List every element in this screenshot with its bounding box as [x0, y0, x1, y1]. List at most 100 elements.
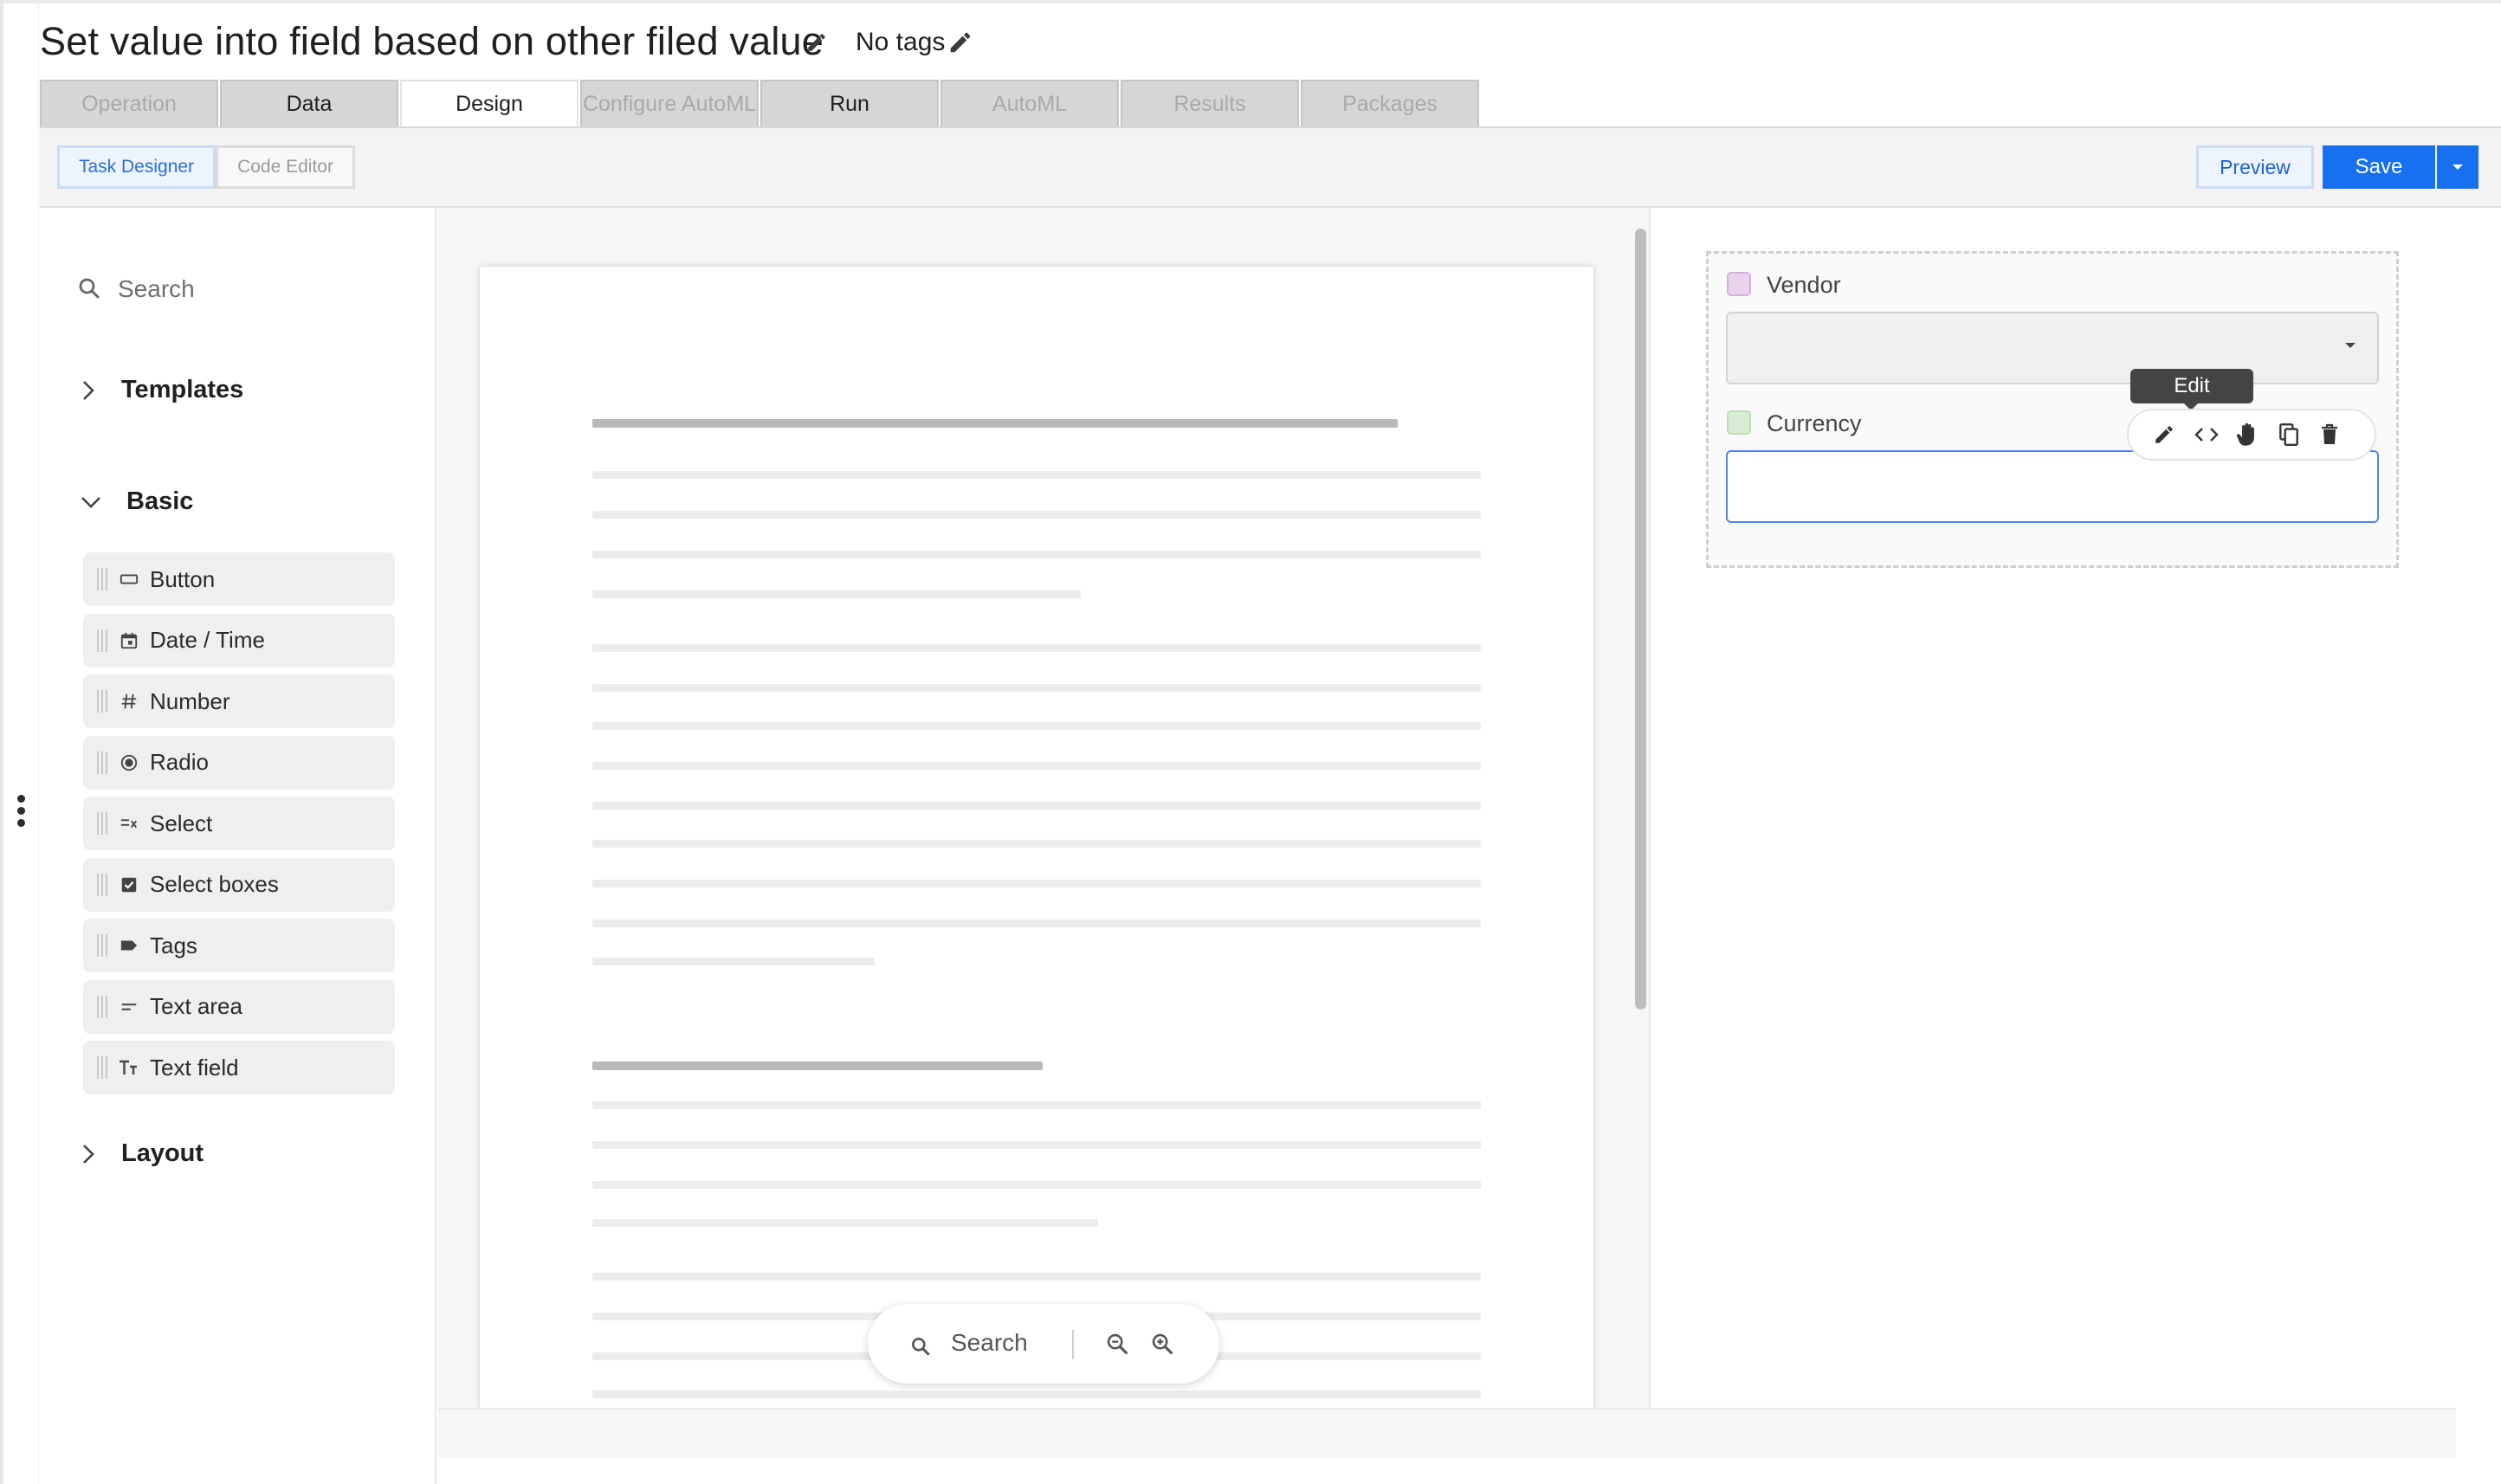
preview-button[interactable]: Preview [2196, 145, 2314, 189]
tab-packages[interactable]: Packages [1301, 80, 1479, 126]
tab-results[interactable]: Results [1121, 80, 1299, 126]
component-text-area[interactable]: Text area [83, 979, 395, 1034]
section-templates[interactable]: Templates [80, 376, 243, 404]
section-templates-label: Templates [121, 376, 244, 403]
doc-line [592, 511, 1481, 519]
tab-operation[interactable]: Operation [40, 80, 218, 126]
chevron-right-icon [83, 380, 94, 400]
component-label: Select [150, 810, 213, 836]
copy-icon[interactable] [2278, 423, 2319, 447]
component-label: Number [150, 687, 230, 714]
doc-line [592, 590, 1081, 598]
pencil-icon[interactable] [805, 31, 828, 54]
checkbox-icon [119, 874, 139, 895]
tag-icon [119, 935, 139, 956]
currency-label: Currency [1767, 410, 1862, 436]
hash-icon [119, 691, 139, 712]
zoom-in-icon[interactable] [1150, 1332, 1174, 1356]
component-label: Date / Time [150, 627, 265, 653]
editor-mode-tabs: Task Designer Code Editor [57, 145, 355, 189]
component-tags[interactable]: Tags [83, 919, 395, 972]
doc-line [592, 919, 1481, 927]
text-field-icon [119, 1057, 139, 1078]
doc-line [592, 958, 875, 965]
doc-line [592, 551, 1481, 558]
radio-icon [119, 752, 139, 773]
component-label: Text field [150, 1054, 239, 1081]
canvas-search-label[interactable]: Search [951, 1329, 1028, 1357]
tab-design[interactable]: Design [400, 80, 578, 126]
canvas-scrollbar[interactable] [1635, 229, 1646, 1010]
save-button[interactable]: Save [2323, 145, 2435, 189]
hand-icon[interactable] [2236, 422, 2278, 448]
section-basic[interactable]: Basic [80, 487, 193, 516]
doc-line [592, 802, 1481, 810]
component-label: Text area [150, 993, 242, 1019]
drag-handle-icon[interactable] [97, 934, 110, 957]
bottom-strip [438, 1408, 2456, 1458]
doc-line [592, 419, 1398, 428]
pencil-icon[interactable] [2153, 423, 2194, 446]
doc-line [592, 471, 1481, 479]
component-number[interactable]: Number [83, 674, 395, 728]
section-layout-label: Layout [121, 1139, 204, 1167]
code-icon[interactable] [2194, 426, 2236, 443]
doc-line [592, 684, 1481, 692]
task-designer-tab[interactable]: Task Designer [57, 145, 216, 189]
drag-handle-icon[interactable] [97, 568, 110, 590]
component-actions-toolbar [2127, 409, 2376, 461]
drag-handle-icon[interactable] [97, 1056, 110, 1079]
zoom-out-icon[interactable] [1105, 1332, 1129, 1356]
drag-handle-icon[interactable] [97, 873, 110, 896]
save-menu-button[interactable] [2437, 145, 2478, 189]
caret-down-icon[interactable] [2343, 341, 2357, 350]
drag-handle-icon[interactable] [97, 812, 110, 835]
section-basic-label: Basic [126, 487, 194, 515]
doc-line [592, 1141, 1481, 1149]
text-area-icon [119, 997, 139, 1017]
caret-down-icon [2453, 165, 2463, 170]
currency-input[interactable] [1726, 450, 2379, 523]
page-title: Set value into field based on other file… [40, 19, 824, 63]
drag-handle-icon[interactable] [97, 629, 110, 652]
doc-line [592, 762, 1481, 770]
doc-line [592, 644, 1481, 652]
doc-line [592, 880, 1481, 887]
component-radio[interactable]: Radio [83, 735, 395, 790]
component-date-time[interactable]: Date / Time [83, 613, 395, 668]
trash-icon[interactable] [2319, 423, 2361, 446]
section-layout[interactable]: Layout [80, 1139, 204, 1168]
chevron-down-icon [81, 496, 100, 508]
component-label: Button [150, 565, 216, 592]
tab-run[interactable]: Run [760, 80, 939, 126]
drag-handle-icon[interactable] [97, 690, 110, 713]
component-button[interactable]: Button [83, 552, 395, 606]
component-select[interactable]: Select [83, 797, 395, 850]
component-select-boxes[interactable]: Select boxes [83, 857, 395, 912]
component-search-input[interactable] [118, 272, 412, 306]
vendor-select[interactable] [1726, 312, 2379, 384]
component-label: Select boxes [150, 871, 279, 897]
more-options-icon[interactable] [12, 795, 29, 833]
chevron-right-icon [83, 1144, 94, 1164]
tab-data[interactable]: Data [220, 80, 398, 126]
component-text-field[interactable]: Text field [83, 1041, 395, 1094]
doc-line [592, 1181, 1481, 1189]
document-page [480, 267, 1593, 1408]
tab-automl[interactable]: AutoML [940, 80, 1119, 126]
code-editor-tab[interactable]: Code Editor [216, 145, 355, 189]
tab-configure-automl[interactable]: Configure AutoML [580, 80, 759, 126]
tags-label[interactable]: No tags [856, 28, 945, 57]
component-label: Radio [150, 749, 209, 775]
vendor-color-swatch [1727, 272, 1751, 296]
doc-line [592, 1101, 1481, 1109]
calendar-icon [119, 630, 139, 651]
doc-line [592, 1390, 1481, 1398]
drag-handle-icon[interactable] [97, 751, 110, 774]
pencil-icon[interactable] [947, 29, 973, 55]
search-icon[interactable] [909, 1335, 932, 1358]
component-label: Tags [150, 932, 197, 958]
doc-line [592, 722, 1481, 730]
drag-handle-icon[interactable] [97, 995, 110, 1018]
doc-line [592, 1273, 1481, 1281]
